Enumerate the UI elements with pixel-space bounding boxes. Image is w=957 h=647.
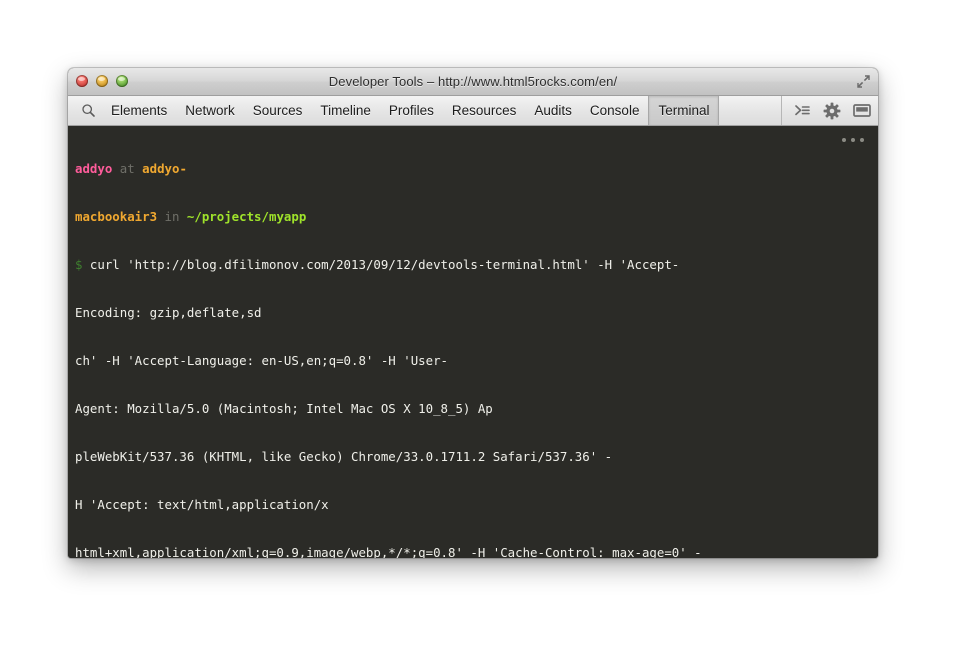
tab-console[interactable]: Console bbox=[581, 96, 649, 125]
tab-profiles[interactable]: Profiles bbox=[380, 96, 443, 125]
search-icon[interactable] bbox=[74, 96, 102, 125]
tab-elements[interactable]: Elements bbox=[102, 96, 176, 125]
prompt-host-part1: addyo- bbox=[142, 161, 187, 176]
terminal-line: pleWebKit/537.36 (KHTML, like Gecko) Chr… bbox=[75, 449, 878, 465]
tab-sources[interactable]: Sources bbox=[244, 96, 312, 125]
prompt-host-part2: macbookair3 bbox=[75, 209, 157, 224]
terminal-prompt-line-2: macbookair3 in ~/projects/myapp bbox=[75, 209, 878, 225]
terminal-line: Encoding: gzip,deflate,sd bbox=[75, 305, 878, 321]
prompt-path: ~/projects/myapp bbox=[187, 209, 306, 224]
gear-icon[interactable] bbox=[822, 101, 842, 121]
dock-panel-icon[interactable] bbox=[852, 101, 872, 121]
terminal-panel[interactable]: addyo at addyo- macbookair3 in ~/project… bbox=[68, 126, 878, 558]
prompt-at: at bbox=[120, 161, 135, 176]
tab-resources[interactable]: Resources bbox=[443, 96, 526, 125]
terminal-line: ch' -H 'Accept-Language: en-US,en;q=0.8'… bbox=[75, 353, 878, 369]
terminal-output: addyo at addyo- macbookair3 in ~/project… bbox=[75, 129, 878, 558]
screenshot-stage: Developer Tools – http://www.html5rocks.… bbox=[0, 0, 957, 647]
close-button[interactable] bbox=[76, 75, 88, 87]
tab-timeline[interactable]: Timeline bbox=[311, 96, 380, 125]
terminal-line: Agent: Mozilla/5.0 (Macintosh; Intel Mac… bbox=[75, 401, 878, 417]
terminal-line: H 'Accept: text/html,application/x bbox=[75, 497, 878, 513]
window-titlebar[interactable]: Developer Tools – http://www.html5rocks.… bbox=[68, 68, 878, 96]
terminal-prompt-line-1: addyo at addyo- bbox=[75, 161, 878, 177]
prompt-in: in bbox=[165, 209, 180, 224]
minimize-button[interactable] bbox=[96, 75, 108, 87]
devtools-toolbar: Elements Network Sources Timeline Profil… bbox=[68, 96, 878, 126]
toolbar-actions bbox=[781, 96, 878, 125]
tab-terminal[interactable]: Terminal bbox=[648, 96, 719, 125]
panel-tabs: Elements Network Sources Timeline Profil… bbox=[102, 96, 777, 125]
console-drawer-icon[interactable] bbox=[792, 101, 812, 121]
window-title: Developer Tools – http://www.html5rocks.… bbox=[68, 74, 878, 89]
zoom-button[interactable] bbox=[116, 75, 128, 87]
prompt-user: addyo bbox=[75, 161, 112, 176]
terminal-line: html+xml,application/xml;q=0.9,image/web… bbox=[75, 545, 878, 558]
traffic-lights bbox=[76, 75, 128, 87]
tab-audits[interactable]: Audits bbox=[525, 96, 581, 125]
terminal-line-0: curl 'http://blog.dfilimonov.com/2013/09… bbox=[82, 257, 679, 272]
devtools-window: Developer Tools – http://www.html5rocks.… bbox=[68, 68, 878, 558]
tab-network[interactable]: Network bbox=[176, 96, 244, 125]
terminal-command-line: $ curl 'http://blog.dfilimonov.com/2013/… bbox=[75, 257, 878, 273]
expand-diagonal-icon[interactable] bbox=[855, 73, 872, 90]
